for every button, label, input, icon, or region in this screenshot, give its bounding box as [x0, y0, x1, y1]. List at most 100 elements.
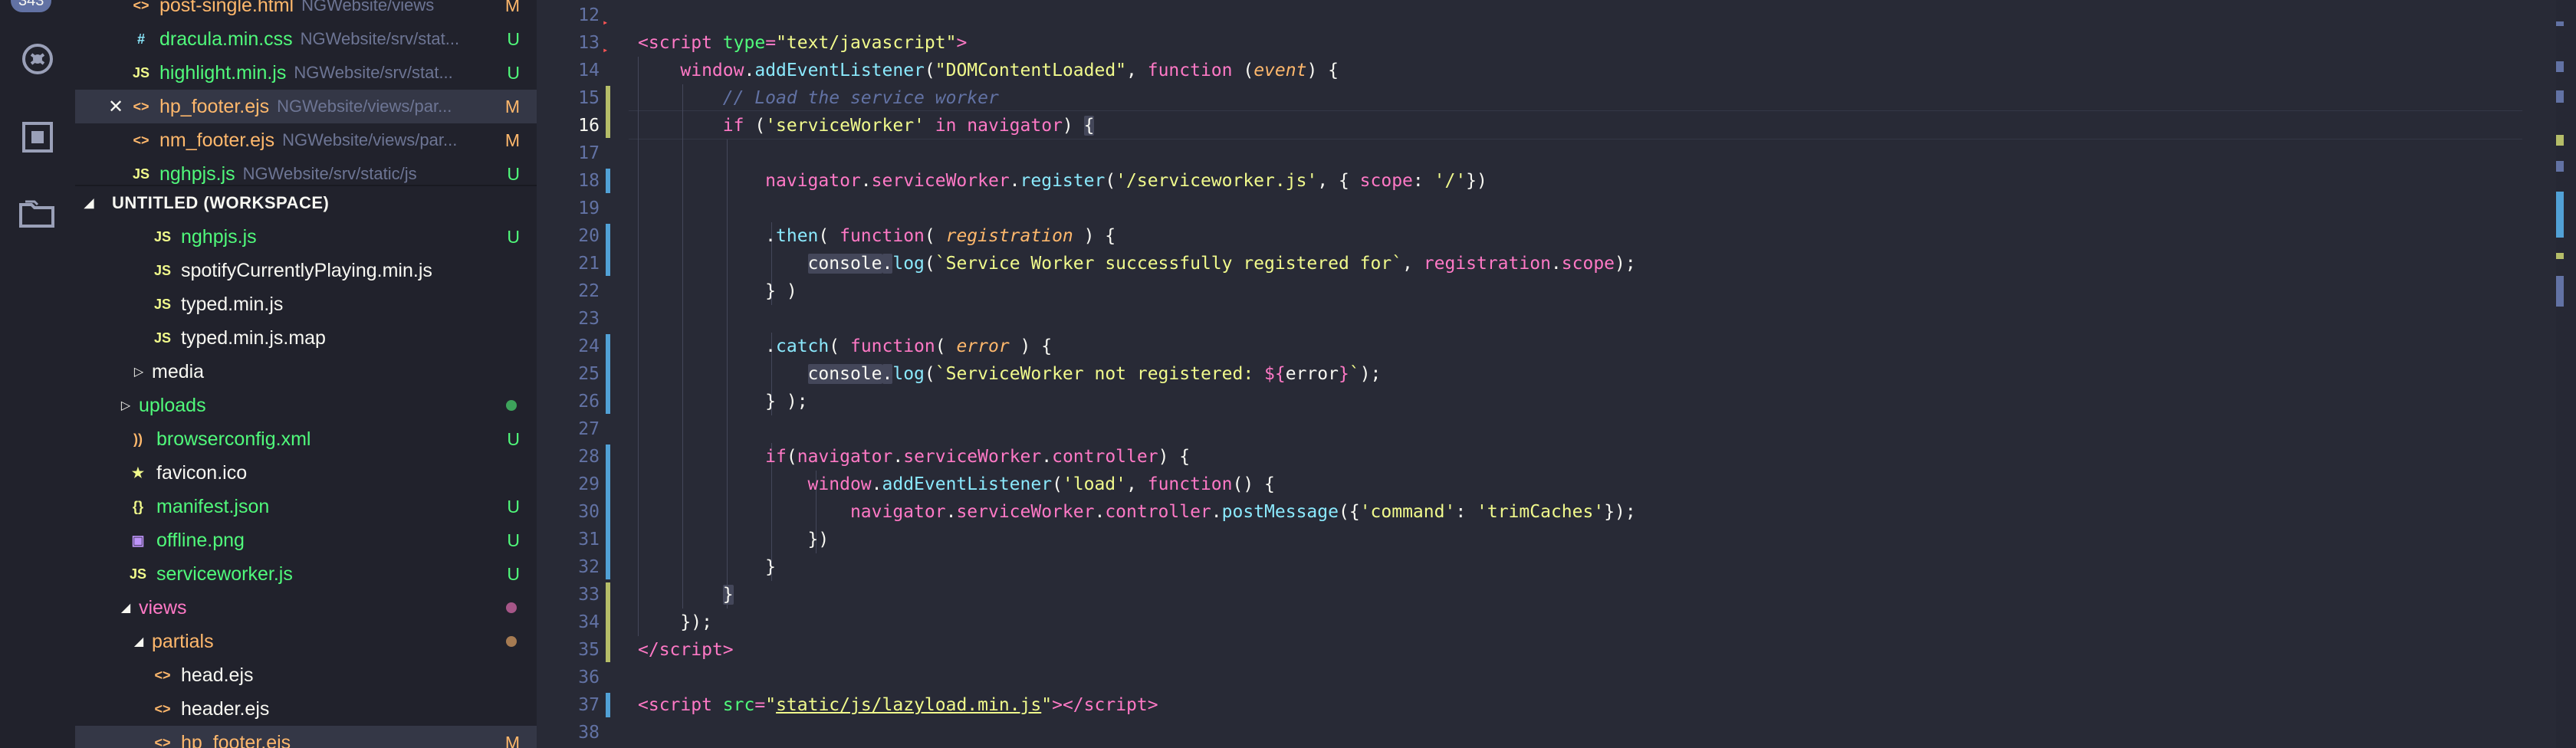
code-line[interactable]: navigator.serviceWorker.register('/servi… [638, 167, 1487, 195]
code-token: ` [1349, 364, 1360, 384]
line-number: 24 [578, 336, 600, 356]
file-item[interactable]: JS serviceworker.js U [75, 557, 537, 591]
file-item[interactable]: JS spotifyCurrentlyPlaying.min.js [75, 254, 537, 287]
chevron-right-icon[interactable]: ▷ [130, 364, 147, 379]
file-item[interactable]: <> head.ejs [75, 658, 537, 692]
file-item[interactable]: <> hp_footer.ejs M [75, 726, 537, 748]
chevron-down-icon[interactable]: ◢ [84, 195, 103, 211]
code-line[interactable]: <script src="static/js/lazyload.min.js">… [638, 691, 1158, 719]
folder-item[interactable]: ◢ views [75, 591, 537, 625]
file-item[interactable]: {} manifest.json U [75, 490, 537, 523]
overview-ruler[interactable] [2556, 0, 2576, 748]
code-token: script [648, 33, 712, 53]
code-line[interactable]: if(navigator.serviceWorker.controller) { [638, 443, 1190, 471]
open-editor-item[interactable]: JS highlight.min.js NGWebsite/srv/stat... U [75, 56, 537, 90]
code-line[interactable]: // Load the service worker [638, 84, 999, 112]
git-change-mark [606, 86, 610, 138]
code-token: ${ [1264, 364, 1286, 384]
code-line[interactable]: window.addEventListener("DOMContentLoade… [638, 57, 1339, 84]
line-number: 26 [578, 392, 600, 412]
ejs-file-icon: <> [133, 132, 150, 148]
code-line[interactable]: } [638, 553, 776, 581]
code-token: serviceWorker [903, 447, 1042, 467]
file-item[interactable]: ★ favicon.ico [75, 456, 537, 490]
code-line[interactable]: </script> [638, 636, 734, 664]
file-item[interactable]: JS nghpjs.js U [75, 220, 537, 254]
code-token: . [1009, 171, 1020, 191]
chevron-down-icon[interactable]: ◢ [130, 634, 147, 649]
open-editor-item[interactable]: ✕ <> hp_footer.ejs NGWebsite/views/par... M [75, 90, 537, 123]
code-line[interactable]: if ('serviceWorker' in navigator) { [638, 112, 1095, 139]
folder-item[interactable]: ▷ uploads [75, 389, 537, 422]
open-editor-item[interactable]: <> nm_footer.ejs NGWebsite/views/par... M [75, 123, 537, 157]
file-path: NGWebsite/views [301, 0, 435, 15]
run-debug-icon[interactable] [17, 38, 58, 80]
file-name: dracula.min.css [159, 28, 293, 50]
code-token: . [1211, 502, 1222, 522]
code-line[interactable]: .then( function( registration ) { [638, 222, 1116, 250]
file-name: offline.png [156, 529, 245, 551]
workspace-header[interactable]: ◢ UNTITLED (WORKSPACE) [75, 185, 537, 220]
line-number: 17 [578, 143, 600, 163]
open-editor-item[interactable]: <> post-single.html NGWebsite/views M [75, 0, 537, 22]
js-file-icon: JS [153, 228, 172, 244]
line-number: 33 [578, 585, 600, 605]
code-token: () { [1232, 474, 1275, 494]
line-number: 19 [578, 198, 600, 218]
file-item[interactable]: JS typed.min.js [75, 287, 537, 321]
file-name: head.ejs [181, 664, 254, 686]
activity-bar: 343 [0, 0, 75, 748]
file-item[interactable]: ▣ offline.png U [75, 523, 537, 557]
file-item[interactable]: <> header.ejs [75, 692, 537, 726]
code-token: registration [1423, 254, 1551, 274]
code-line[interactable]: }); [638, 609, 712, 636]
code-line[interactable]: } ); [638, 388, 807, 415]
code-token: 'command' [1359, 502, 1456, 522]
code-token: event [1254, 61, 1307, 80]
code-line[interactable]: console.log(`Service Worker successfully… [638, 250, 1636, 277]
git-status-badge: U [507, 428, 520, 449]
code-token: addEventListener [754, 61, 925, 80]
code-line[interactable]: <script type="text/javascript"> [638, 29, 967, 57]
chevron-right-icon[interactable]: ▷ [117, 398, 134, 413]
code-token: 'load' [1062, 474, 1127, 494]
extensions-icon[interactable] [17, 116, 58, 158]
code-line[interactable]: }) [638, 526, 830, 553]
code-token: . [638, 336, 777, 356]
code-line[interactable]: navigator.serviceWorker.controller.postM… [638, 498, 1636, 526]
file-item[interactable]: )) browserconfig.xml U [75, 422, 537, 456]
overview-mark [2556, 276, 2564, 307]
code-token: ) { [1073, 226, 1116, 246]
overview-mark [2556, 61, 2564, 72]
js-file-icon: JS [129, 566, 147, 582]
fold-marker-icon: ▸ [603, 17, 609, 28]
code-token: }) [638, 530, 830, 550]
js-file-icon: JS [132, 166, 150, 182]
line-number: 38 [578, 723, 600, 743]
code-line[interactable]: } [638, 581, 734, 609]
code-line[interactable]: window.addEventListener('load', function… [638, 471, 1275, 498]
folder-item[interactable]: ◢ partials [75, 625, 537, 658]
code-token: ( [786, 447, 797, 467]
code-editor[interactable]: 12 13 <script type="text/javascript"> 14 wi… [537, 0, 2576, 748]
code-token: } [638, 557, 777, 577]
close-icon[interactable]: ✕ [106, 96, 126, 118]
html-file-icon: <> [133, 0, 150, 13]
open-editor-item[interactable]: # dracula.min.css NGWebsite/srv/stat... U [75, 22, 537, 56]
code-line[interactable]: } ) [638, 277, 797, 305]
folders-icon[interactable] [17, 193, 58, 235]
code-token: catch [776, 336, 830, 356]
folder-item[interactable]: ▷ media [75, 355, 537, 389]
code-token: }); [638, 612, 712, 632]
code-token: "DOMContentLoaded" [935, 61, 1127, 80]
git-change-mark [606, 334, 610, 414]
overview-mark [2556, 161, 2564, 172]
file-name: manifest.json [156, 495, 270, 517]
code-token: // Load the service worker [638, 88, 999, 108]
code-line[interactable]: console.log(`ServiceWorker not registere… [638, 360, 1381, 388]
file-name: spotifyCurrentlyPlaying.min.js [181, 259, 432, 281]
file-item[interactable]: JS typed.min.js.map [75, 321, 537, 355]
chevron-down-icon[interactable]: ◢ [117, 600, 134, 615]
code-line[interactable]: .catch( function( error ) { [638, 333, 1052, 360]
js-file-icon: JS [132, 64, 150, 80]
